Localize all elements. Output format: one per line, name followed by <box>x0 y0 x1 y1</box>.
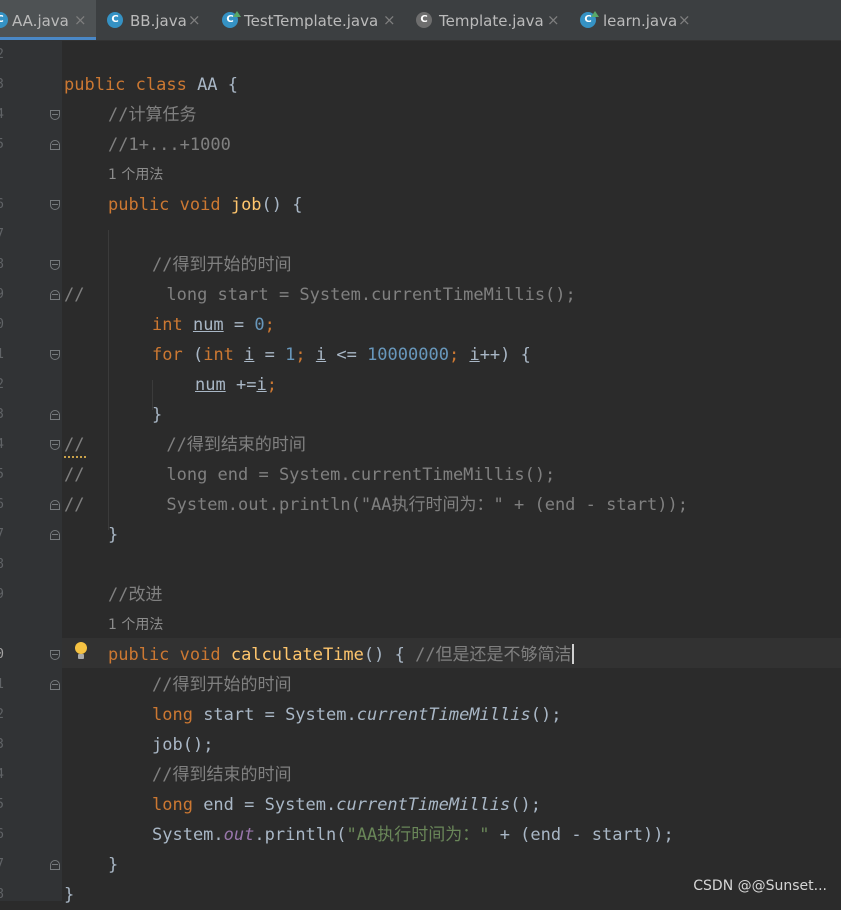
code-line: public void job() { <box>108 195 303 215</box>
text-caret <box>571 644 574 664</box>
tab-label: learn.java <box>603 12 678 30</box>
tab-learn-java[interactable]: C learn.java × <box>570 0 700 40</box>
code-line: num +=i; <box>195 375 277 395</box>
code-editor[interactable]: public class AA { //计算任务 //1+...+1000 1 … <box>0 40 841 905</box>
code-line: //计算任务 <box>108 105 197 125</box>
code-line: } <box>108 525 119 545</box>
code-line: //得到开始的时间 <box>152 675 292 695</box>
tab-testtemplate-java[interactable]: C TestTemplate.java × <box>212 0 408 40</box>
tab-label: BB.java <box>130 12 187 30</box>
runnable-class-icon: C <box>222 12 238 28</box>
code-line: } <box>64 885 75 905</box>
code-line: //1+...+1000 <box>108 135 231 155</box>
close-icon[interactable]: × <box>74 11 87 29</box>
code-line: } <box>108 855 119 875</box>
tab-template-java[interactable]: C Template.java × <box>408 0 570 40</box>
close-icon[interactable]: × <box>383 11 396 29</box>
tab-bb-java[interactable]: C BB.java × <box>98 0 210 40</box>
tab-aa-java[interactable]: C AA.java × <box>0 0 96 40</box>
code-line: for (int i = 1; i <= 10000000; i++) { <box>152 345 531 365</box>
code-line: } <box>152 405 163 425</box>
code-line: // long start = System.currentTimeMillis… <box>64 285 576 305</box>
code-line: // long end = System.currentTimeMillis()… <box>64 465 556 485</box>
abstract-class-icon: C <box>416 12 432 28</box>
code-line: job(); <box>152 735 214 755</box>
usage-hint[interactable]: 1 个用法 <box>108 160 163 190</box>
class-icon: C <box>0 12 8 28</box>
code-line: long end = System.currentTimeMillis(); <box>152 795 541 815</box>
code-line: public class AA { <box>64 75 239 95</box>
code-line: //改进 <box>108 585 163 605</box>
editor-tab-bar: C AA.java × C BB.java × C TestTemplate.j… <box>0 0 841 41</box>
code-line-current: public void calculateTime() { //但是还是不够简洁 <box>108 644 574 665</box>
watermark: CSDN @@Sunset... <box>693 878 827 894</box>
close-icon[interactable]: × <box>678 11 691 29</box>
code-line: long start = System.currentTimeMillis(); <box>152 705 562 725</box>
tab-label: AA.java <box>12 12 69 30</box>
code-line: int num = 0; <box>152 315 275 335</box>
tab-label: TestTemplate.java <box>244 12 379 30</box>
code-line: //得到开始的时间 <box>152 255 292 275</box>
tab-label: Template.java <box>439 12 544 30</box>
lightbulb-icon[interactable] <box>74 642 88 660</box>
close-icon[interactable]: × <box>547 11 560 29</box>
runnable-class-icon: C <box>580 12 596 28</box>
usage-hint[interactable]: 1 个用法 <box>108 610 163 640</box>
code-line: // //得到结束的时间 <box>64 435 306 455</box>
code-line: // System.out.println("AA执行时间为：" + (end … <box>64 495 688 515</box>
close-icon[interactable]: × <box>188 11 201 29</box>
code-line: System.out.println("AA执行时间为：" + (end - s… <box>152 825 674 845</box>
class-icon: C <box>107 12 123 28</box>
code-line: //得到结束的时间 <box>152 765 292 785</box>
